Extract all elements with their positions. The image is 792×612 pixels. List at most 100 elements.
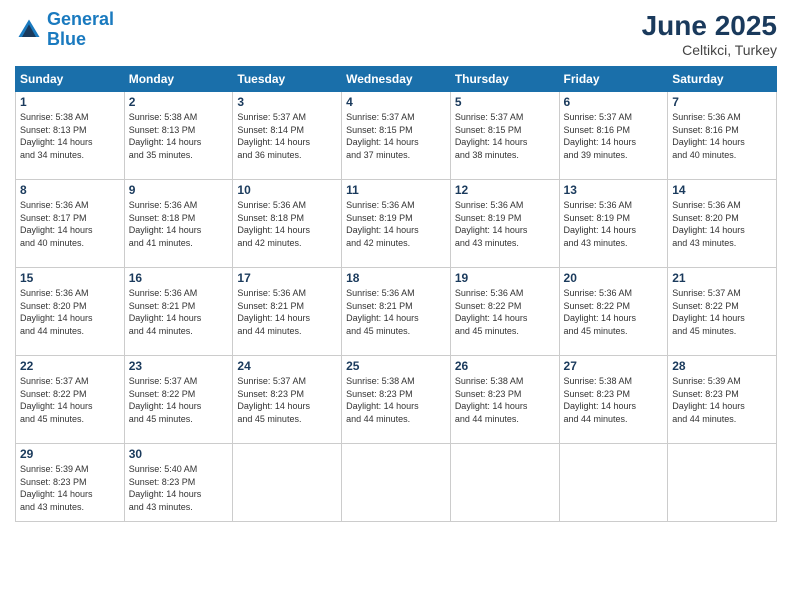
day-info: Sunrise: 5:36 AM Sunset: 8:21 PM Dayligh… <box>346 287 446 337</box>
day-info: Sunrise: 5:37 AM Sunset: 8:15 PM Dayligh… <box>346 111 446 161</box>
logo: General Blue <box>15 10 114 50</box>
calendar-week-row: 22 Sunrise: 5:37 AM Sunset: 8:22 PM Dayli… <box>16 356 777 444</box>
calendar-header-cell: Friday <box>559 67 668 92</box>
day-number: 10 <box>237 183 337 197</box>
day-number: 2 <box>129 95 229 109</box>
calendar-cell: 21 Sunrise: 5:37 AM Sunset: 8:22 PM Dayli… <box>668 268 777 356</box>
day-info: Sunrise: 5:39 AM Sunset: 8:23 PM Dayligh… <box>20 463 120 513</box>
calendar-cell: 13 Sunrise: 5:36 AM Sunset: 8:19 PM Dayli… <box>559 180 668 268</box>
calendar-cell: 17 Sunrise: 5:36 AM Sunset: 8:21 PM Dayli… <box>233 268 342 356</box>
calendar-cell: 9 Sunrise: 5:36 AM Sunset: 8:18 PM Daylig… <box>124 180 233 268</box>
calendar-cell: 27Sunrise: 5:38 AM Sunset: 8:23 PM Dayli… <box>559 356 668 444</box>
calendar-cell: 23 Sunrise: 5:37 AM Sunset: 8:22 PM Dayli… <box>124 356 233 444</box>
calendar-cell: 20 Sunrise: 5:36 AM Sunset: 8:22 PM Dayli… <box>559 268 668 356</box>
day-number: 20 <box>564 271 664 285</box>
day-info: Sunrise: 5:36 AM Sunset: 8:19 PM Dayligh… <box>455 199 555 249</box>
calendar-cell <box>668 444 777 522</box>
day-number: 27 <box>564 359 664 373</box>
month-title: June 2025 <box>642 10 777 42</box>
day-number: 25 <box>346 359 446 373</box>
day-number: 6 <box>564 95 664 109</box>
page: General Blue June 2025 Celtikci, Turkey … <box>0 0 792 612</box>
day-info: Sunrise: 5:37 AM Sunset: 8:16 PM Dayligh… <box>564 111 664 161</box>
day-number: 9 <box>129 183 229 197</box>
calendar-cell: 2 Sunrise: 5:38 AM Sunset: 8:13 PM Daylig… <box>124 92 233 180</box>
day-number: 26 <box>455 359 555 373</box>
logo-text: General Blue <box>47 10 114 50</box>
calendar-cell: 16 Sunrise: 5:36 AM Sunset: 8:21 PM Dayli… <box>124 268 233 356</box>
calendar-cell: 29 Sunrise: 5:39 AM Sunset: 8:23 PM Dayli… <box>16 444 125 522</box>
day-info: Sunrise: 5:38 AM Sunset: 8:13 PM Dayligh… <box>129 111 229 161</box>
calendar-cell: 4 Sunrise: 5:37 AM Sunset: 8:15 PM Daylig… <box>342 92 451 180</box>
calendar-cell: 3 Sunrise: 5:37 AM Sunset: 8:14 PM Daylig… <box>233 92 342 180</box>
calendar-cell <box>342 444 451 522</box>
day-number: 16 <box>129 271 229 285</box>
calendar-header-cell: Sunday <box>16 67 125 92</box>
calendar-week-row: 29 Sunrise: 5:39 AM Sunset: 8:23 PM Dayli… <box>16 444 777 522</box>
day-number: 12 <box>455 183 555 197</box>
day-info: Sunrise: 5:37 AM Sunset: 8:22 PM Dayligh… <box>129 375 229 425</box>
calendar-week-row: 8 Sunrise: 5:36 AM Sunset: 8:17 PM Daylig… <box>16 180 777 268</box>
day-number: 11 <box>346 183 446 197</box>
calendar-cell: 24 Sunrise: 5:37 AM Sunset: 8:23 PM Dayli… <box>233 356 342 444</box>
day-info: Sunrise: 5:36 AM Sunset: 8:17 PM Dayligh… <box>20 199 120 249</box>
day-info: Sunrise: 5:38 AM Sunset: 8:23 PM Dayligh… <box>455 375 555 425</box>
day-info: Sunrise: 5:37 AM Sunset: 8:22 PM Dayligh… <box>672 287 772 337</box>
header: General Blue June 2025 Celtikci, Turkey <box>15 10 777 58</box>
day-info: Sunrise: 5:38 AM Sunset: 8:13 PM Dayligh… <box>20 111 120 161</box>
calendar-cell: 7Sunrise: 5:36 AM Sunset: 8:16 PM Daylig… <box>668 92 777 180</box>
day-number: 29 <box>20 447 120 461</box>
day-info: Sunrise: 5:36 AM Sunset: 8:18 PM Dayligh… <box>129 199 229 249</box>
day-number: 8 <box>20 183 120 197</box>
calendar: SundayMondayTuesdayWednesdayThursdayFrid… <box>15 66 777 522</box>
day-info: Sunrise: 5:37 AM Sunset: 8:23 PM Dayligh… <box>237 375 337 425</box>
day-info: Sunrise: 5:36 AM Sunset: 8:21 PM Dayligh… <box>237 287 337 337</box>
calendar-cell: 18 Sunrise: 5:36 AM Sunset: 8:21 PM Dayli… <box>342 268 451 356</box>
day-number: 23 <box>129 359 229 373</box>
calendar-cell: 22Sunrise: 5:37 AM Sunset: 8:22 PM Dayli… <box>16 356 125 444</box>
calendar-header-cell: Tuesday <box>233 67 342 92</box>
day-number: 28 <box>672 359 772 373</box>
title-block: June 2025 Celtikci, Turkey <box>642 10 777 58</box>
calendar-cell: 12 Sunrise: 5:36 AM Sunset: 8:19 PM Dayli… <box>450 180 559 268</box>
calendar-cell: 15Sunrise: 5:36 AM Sunset: 8:20 PM Dayli… <box>16 268 125 356</box>
day-info: Sunrise: 5:37 AM Sunset: 8:14 PM Dayligh… <box>237 111 337 161</box>
day-number: 17 <box>237 271 337 285</box>
calendar-cell: 14 Sunrise: 5:36 AM Sunset: 8:20 PM Dayli… <box>668 180 777 268</box>
day-number: 18 <box>346 271 446 285</box>
day-info: Sunrise: 5:36 AM Sunset: 8:20 PM Dayligh… <box>672 199 772 249</box>
subtitle: Celtikci, Turkey <box>642 42 777 58</box>
day-number: 13 <box>564 183 664 197</box>
calendar-cell: 25 Sunrise: 5:38 AM Sunset: 8:23 PM Dayli… <box>342 356 451 444</box>
calendar-week-row: 1Sunrise: 5:38 AM Sunset: 8:13 PM Daylig… <box>16 92 777 180</box>
day-info: Sunrise: 5:38 AM Sunset: 8:23 PM Dayligh… <box>346 375 446 425</box>
day-info: Sunrise: 5:36 AM Sunset: 8:19 PM Dayligh… <box>346 199 446 249</box>
calendar-cell: 10 Sunrise: 5:36 AM Sunset: 8:18 PM Dayli… <box>233 180 342 268</box>
day-number: 3 <box>237 95 337 109</box>
calendar-cell: 6 Sunrise: 5:37 AM Sunset: 8:16 PM Daylig… <box>559 92 668 180</box>
day-number: 4 <box>346 95 446 109</box>
calendar-cell <box>559 444 668 522</box>
day-info: Sunrise: 5:36 AM Sunset: 8:22 PM Dayligh… <box>564 287 664 337</box>
calendar-cell: 28 Sunrise: 5:39 AM Sunset: 8:23 PM Dayli… <box>668 356 777 444</box>
day-info: Sunrise: 5:36 AM Sunset: 8:19 PM Dayligh… <box>564 199 664 249</box>
calendar-cell: 8 Sunrise: 5:36 AM Sunset: 8:17 PM Daylig… <box>16 180 125 268</box>
day-info: Sunrise: 5:36 AM Sunset: 8:22 PM Dayligh… <box>455 287 555 337</box>
day-info: Sunrise: 5:36 AM Sunset: 8:21 PM Dayligh… <box>129 287 229 337</box>
calendar-header-cell: Wednesday <box>342 67 451 92</box>
calendar-week-row: 15Sunrise: 5:36 AM Sunset: 8:20 PM Dayli… <box>16 268 777 356</box>
day-number: 21 <box>672 271 772 285</box>
logo-line2: Blue <box>47 29 86 49</box>
calendar-cell <box>450 444 559 522</box>
calendar-cell: 26 Sunrise: 5:38 AM Sunset: 8:23 PM Dayli… <box>450 356 559 444</box>
day-number: 7 <box>672 95 772 109</box>
calendar-cell: 5Sunrise: 5:37 AM Sunset: 8:15 PM Daylig… <box>450 92 559 180</box>
day-number: 14 <box>672 183 772 197</box>
day-number: 24 <box>237 359 337 373</box>
calendar-cell: 30Sunrise: 5:40 AM Sunset: 8:23 PM Dayli… <box>124 444 233 522</box>
day-info: Sunrise: 5:36 AM Sunset: 8:18 PM Dayligh… <box>237 199 337 249</box>
day-number: 22 <box>20 359 120 373</box>
day-number: 15 <box>20 271 120 285</box>
day-info: Sunrise: 5:39 AM Sunset: 8:23 PM Dayligh… <box>672 375 772 425</box>
calendar-header-cell: Thursday <box>450 67 559 92</box>
